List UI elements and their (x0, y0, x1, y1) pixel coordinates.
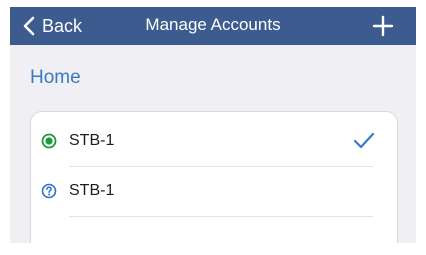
app-screen: Back Manage Accounts Home STB-1 STB-1 (10, 7, 416, 243)
unknown-status-icon (41, 183, 57, 199)
account-label: STB-1 (69, 182, 115, 199)
online-status-icon (41, 133, 57, 149)
accounts-list: STB-1 STB-1 (30, 111, 398, 243)
divider (69, 216, 373, 217)
navigation-bar: Back Manage Accounts (10, 7, 416, 45)
section-title: Home (30, 67, 81, 88)
page-title: Manage Accounts (145, 15, 281, 34)
account-label: STB-1 (69, 132, 115, 149)
checkmark-icon (353, 132, 375, 149)
list-item[interactable]: STB-1 (31, 166, 397, 216)
plus-icon[interactable] (372, 15, 394, 37)
list-item[interactable]: STB-1 (31, 116, 397, 166)
